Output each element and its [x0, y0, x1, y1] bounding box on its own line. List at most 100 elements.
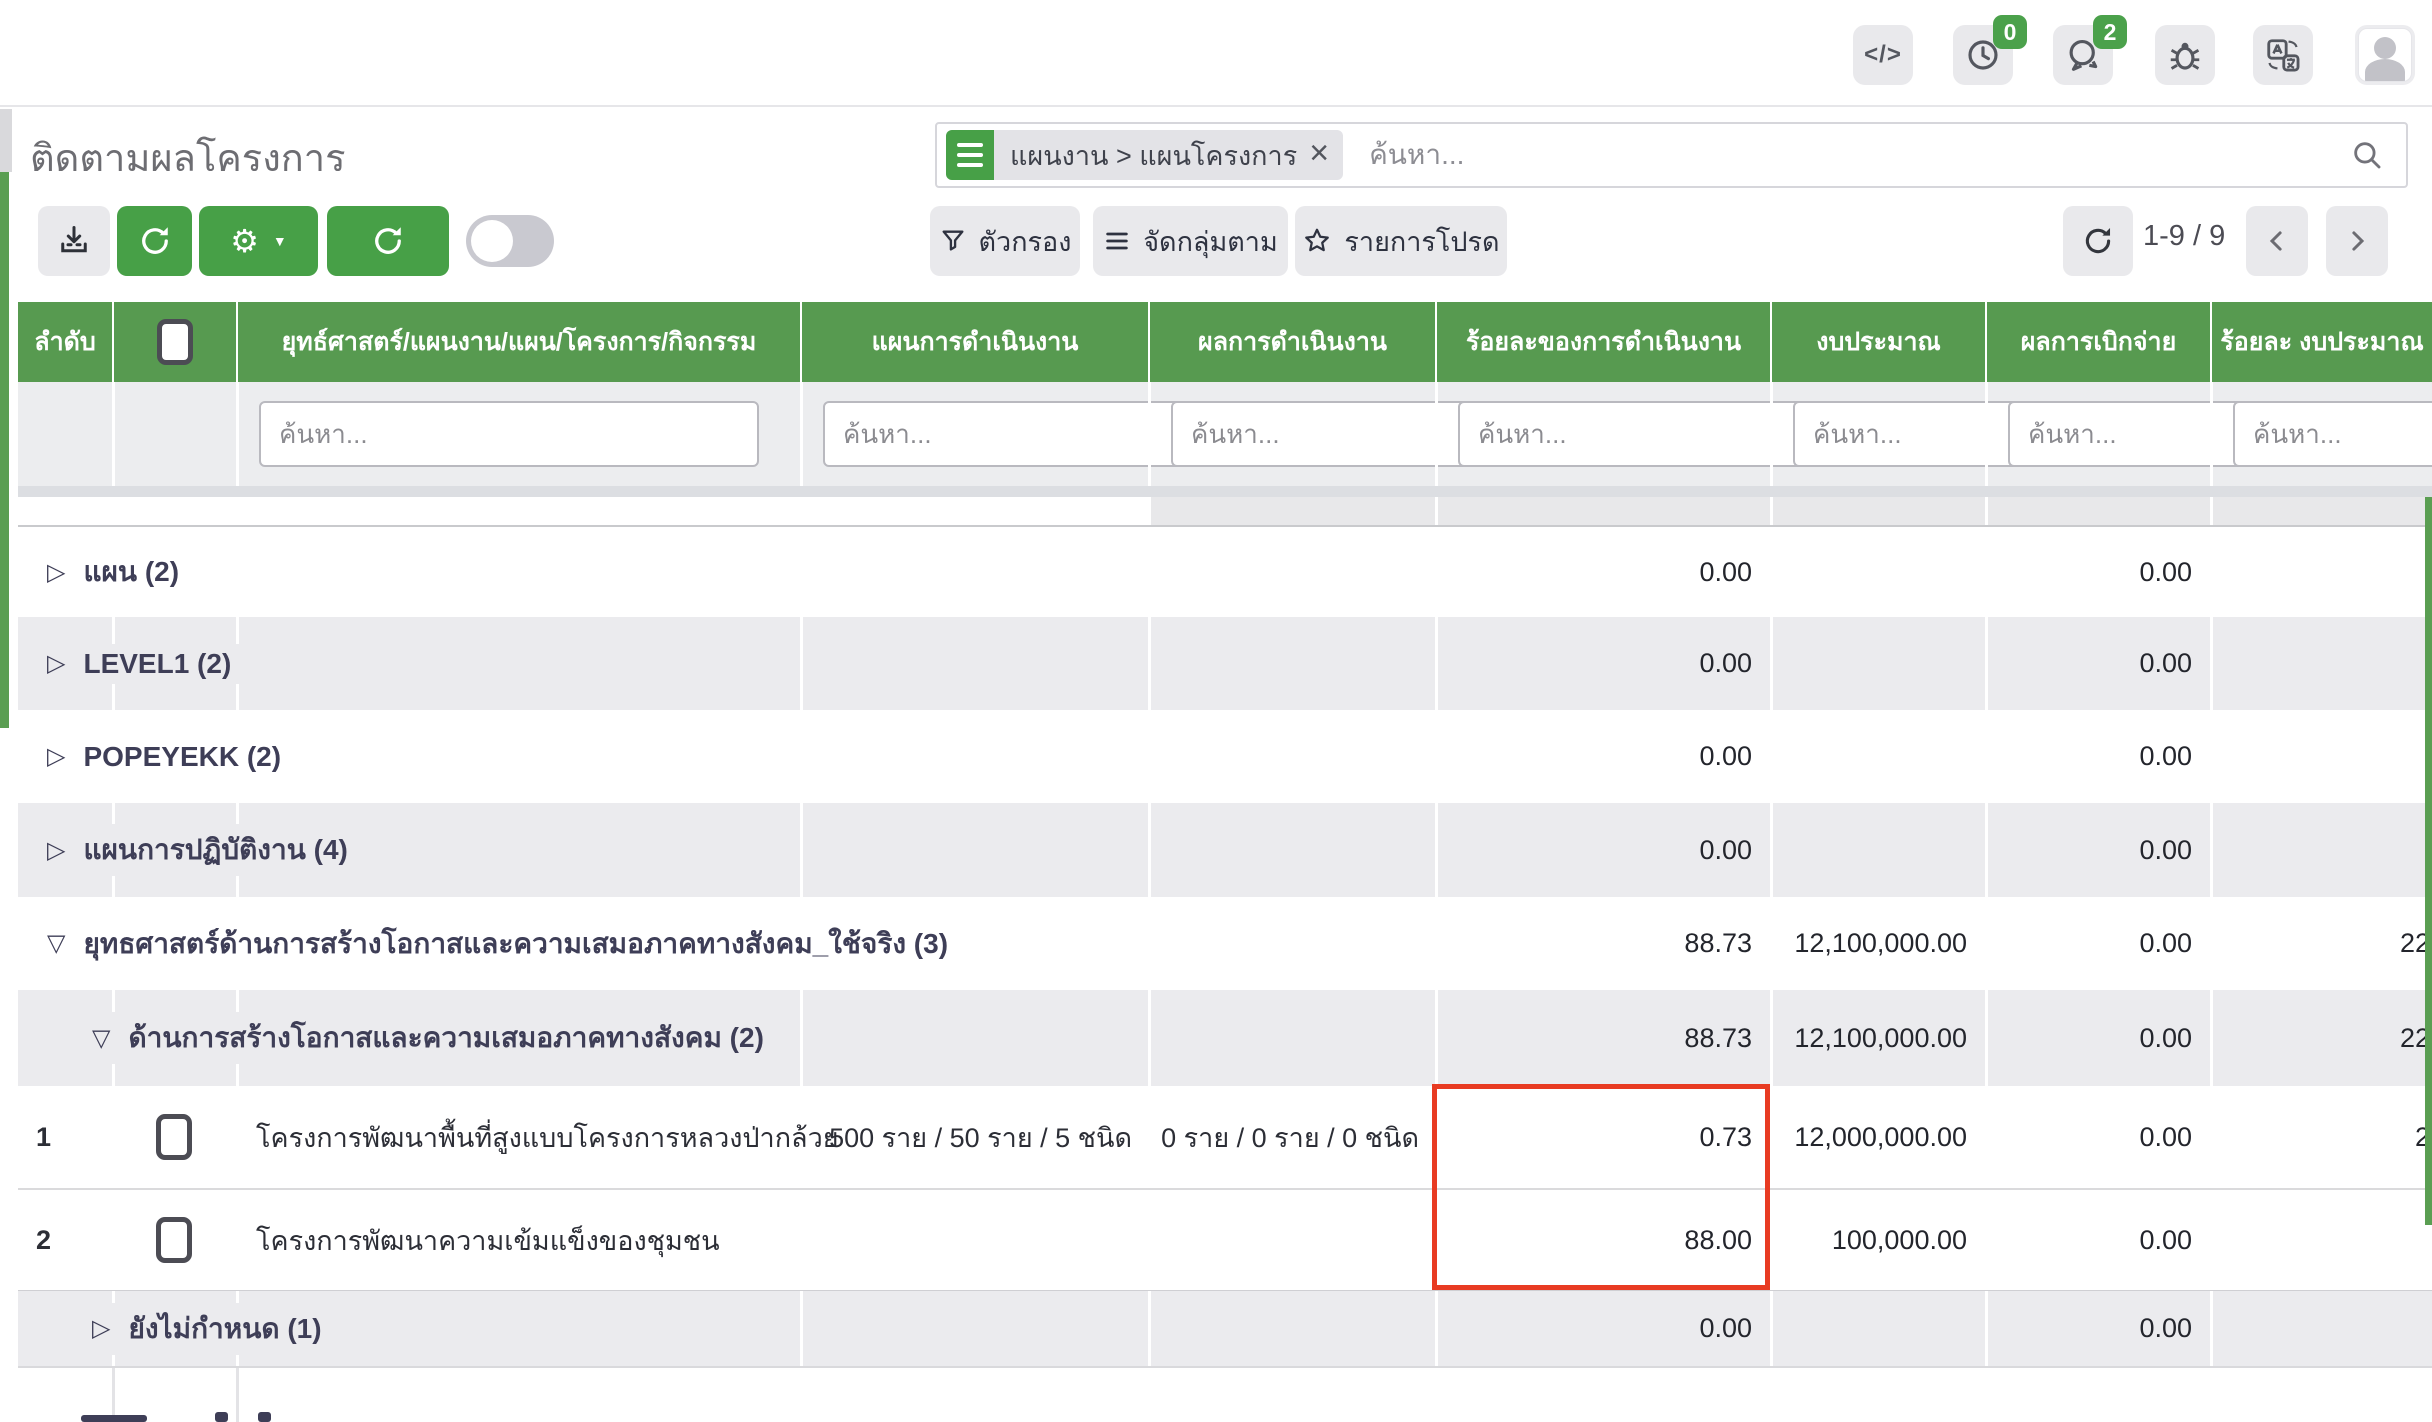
group-row-label[interactable]: ▷ยังไม่กำหนด (1) [92, 1303, 336, 1355]
group-aggregate-value: 0.00 [1985, 710, 2210, 803]
clipped-row-text [215, 1412, 228, 1422]
search-facet-chip[interactable]: แผนงาน > แผนโครงการ × [946, 130, 1343, 180]
caret-collapsed-icon[interactable]: ▷ [47, 558, 65, 587]
project-name[interactable]: โครงการพัฒนาพื้นที่สูงแบบโครงการหลวงป่าก… [236, 1116, 839, 1159]
toggle-knob [471, 220, 513, 262]
column-header-6[interactable]: ร้อยละของการดำเนินงาน [1435, 302, 1770, 382]
caret-collapsed-icon[interactable]: ▷ [92, 1314, 110, 1343]
group-aggregate-value: 0.00 [1985, 990, 2210, 1086]
clipped-cell [18, 497, 112, 525]
filters-button[interactable]: ตัวกรอง [930, 206, 1080, 276]
search-icon[interactable] [2350, 138, 2384, 172]
column-header-8[interactable]: ผลการเบิกจ่าย [1985, 302, 2210, 382]
search-input[interactable]: ค้นหา... [1369, 133, 2350, 177]
project-list-table: ลำดับ ยุทธ์ศาสตร์/แผนงาน/แผน/โครงการ/กิจก… [18, 302, 2432, 1422]
group-cell [236, 710, 800, 803]
left-edge-strip-green [0, 172, 9, 728]
column-search-input-3[interactable] [259, 401, 759, 467]
page-title: ติดตามผลโครงการ [30, 127, 346, 188]
group-row-label[interactable]: ▷แผน (2) [47, 546, 193, 598]
group-row[interactable]: 0.000.00▷แผนการปฏิบัติงาน (4) [18, 803, 2432, 897]
column-header-7[interactable]: งบประมาณ [1770, 302, 1985, 382]
activities-count-badge: 0 [1993, 15, 2027, 49]
group-cell [1148, 990, 1435, 1086]
group-row[interactable]: 88.7312,100,000.000.0022▽ด้านการสร้างโอก… [18, 990, 2432, 1086]
table-body: 0.000.00▷แผน (2)0.000.00▷LEVEL1 (2)0.000… [18, 527, 2432, 1366]
group-row-label[interactable]: ▽ ยุทธศาสตร์ด้านการสร้างโอกาสและความเสมอภ… [47, 918, 962, 970]
caret-collapsed-icon[interactable]: ▷ [47, 836, 65, 865]
numeric-cell: 2 [2210, 1086, 2432, 1188]
caret-collapsed-icon[interactable]: ▷ [47, 649, 65, 678]
select-all-checkbox[interactable] [157, 319, 193, 365]
table-row[interactable]: 2โครงการพัฒนาความเข้มแข็งของชุมชน88.0010… [18, 1188, 2432, 1290]
caret-expanded-icon[interactable]: ▽ [47, 929, 65, 958]
empty-cell [2210, 1190, 2432, 1290]
favorites-label: รายการโปรด [1344, 220, 1499, 263]
column-header-3[interactable]: ยุทธ์ศาสตร์/แผนงาน/แผน/โครงการ/กิจกรรม [236, 302, 800, 382]
debug-button[interactable] [2155, 25, 2215, 85]
column-search-input-4[interactable] [823, 401, 1198, 467]
export-download-button[interactable] [38, 206, 110, 276]
code-icon: </> [1864, 41, 1902, 69]
facet-remove-icon[interactable]: × [1307, 134, 1343, 177]
funnel-icon [939, 227, 967, 255]
left-edge-strip-gray [0, 109, 12, 172]
refresh-button-2[interactable] [327, 206, 449, 276]
table-header-row: ลำดับ ยุทธ์ศาสตร์/แผนงาน/แผน/โครงการ/กิจก… [18, 302, 2432, 382]
pager-previous-button[interactable] [2246, 206, 2308, 276]
favorites-button[interactable]: รายการโปรด [1295, 206, 1507, 276]
caret-expanded-icon[interactable]: ▽ [92, 1024, 110, 1053]
group-title: ด้านการสร้างโอกาสและความเสมอภาคทางสังคม … [128, 1016, 763, 1060]
row-checkbox[interactable] [156, 1114, 192, 1160]
view-toggle-switch[interactable] [466, 215, 554, 267]
developer-mode-button[interactable]: </> [1853, 25, 1913, 85]
row-index: 2 [18, 1225, 51, 1256]
settings-dropdown-button[interactable]: ⚙ ▼ [199, 206, 318, 276]
group-cell [1148, 897, 1435, 990]
group-row-label[interactable]: ▷LEVEL1 (2) [47, 644, 245, 684]
caret-collapsed-icon[interactable]: ▷ [47, 742, 65, 771]
gear-icon: ⚙ [230, 222, 259, 260]
column-header-4[interactable]: แผนการดำเนินงาน [800, 302, 1148, 382]
group-row-label[interactable]: ▷แผนการปฏิบัติงาน (4) [47, 824, 362, 876]
group-cell [1148, 803, 1435, 897]
group-aggregate-value: 0.00 [1435, 1291, 1770, 1366]
select-all-header-cell[interactable] [112, 302, 236, 382]
group-cell [800, 527, 1148, 617]
group-row[interactable]: 0.000.00▷ยังไม่กำหนด (1) [18, 1290, 2432, 1366]
activities-button[interactable]: 0 [1953, 25, 2013, 85]
column-header-9[interactable]: ร้อยละ งบประมาณ [2210, 302, 2432, 382]
facet-label: แผนงาน > แผนโครงการ [994, 134, 1307, 177]
group-row[interactable]: 0.000.00▷POPEYEKK (2) [18, 710, 2432, 803]
group-aggregate-value: 0.00 [1985, 803, 2210, 897]
group-row-label[interactable]: ▷POPEYEKK (2) [47, 737, 295, 777]
group-row[interactable]: 88.7312,100,000.000.0022▽ยุทธศาสตร์ด้านก… [18, 897, 2432, 990]
group-row-label[interactable]: ▽ ด้านการสร้างโอกาสและความเสมอภาคทางสังคม… [92, 1012, 778, 1064]
group-row[interactable]: 0.000.00▷แผน (2) [18, 527, 2432, 617]
group-by-button[interactable]: จัดกลุ่มตาม [1093, 206, 1288, 276]
control-panel-row: ⚙ ▼ ตัวกรอง จัดกลุ่มตาม รายกา [0, 200, 2432, 300]
table-row[interactable]: 1โครงการพัฒนาพื้นที่สูงแบบโครงการหลวงป่า… [18, 1086, 2432, 1188]
translate-button[interactable] [2253, 25, 2313, 85]
column-search-input-9[interactable] [2233, 401, 2432, 467]
column-header-5[interactable]: ผลการดำเนินงาน [1148, 302, 1435, 382]
chevron-left-icon [2262, 226, 2292, 256]
group-title: ยุทธศาสตร์ด้านการสร้างโอกาสและความเสมอภา… [83, 922, 948, 966]
numeric-cell: 0.00 [1985, 1190, 2210, 1290]
clipped-row-text [81, 1415, 147, 1422]
project-name[interactable]: โครงการพัฒนาความเข้มแข็งของชุมชน [236, 1219, 720, 1262]
refresh-button-1[interactable] [117, 206, 192, 276]
result-value: 0 ราย / 0 ราย / 0 ชนิด [1148, 1086, 1435, 1188]
pager-next-button[interactable] [2326, 206, 2388, 276]
right-edge-green-scroll-strip[interactable] [2425, 497, 2432, 1225]
table-column-filter-row [18, 382, 2432, 486]
column-header-1[interactable]: ลำดับ [18, 302, 112, 382]
user-menu-button[interactable] [2355, 25, 2415, 85]
group-row[interactable]: 0.000.00▷LEVEL1 (2) [18, 617, 2432, 710]
row-checkbox[interactable] [156, 1217, 192, 1263]
group-aggregate-value: 12,100,000.00 [1770, 897, 1985, 990]
pager-refresh-button[interactable] [2063, 206, 2133, 276]
group-aggregate-value: 22 [2210, 897, 2432, 990]
messages-button[interactable]: 2 [2053, 25, 2113, 85]
search-bar[interactable]: แผนงาน > แผนโครงการ × ค้นหา... [935, 122, 2408, 188]
